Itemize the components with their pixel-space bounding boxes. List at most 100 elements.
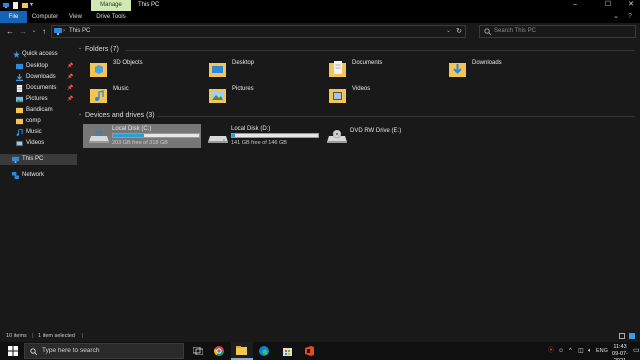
sidebar-item-desktop[interactable]: Desktop 📌 <box>0 61 77 72</box>
drive-c[interactable]: Local Disk (C:) 203 GB free of 318 GB <box>83 124 201 148</box>
music-icon <box>16 129 23 136</box>
drive-d[interactable]: Local Disk (D:) 141 GB free of 146 GB <box>202 124 320 148</box>
sidebar-item-pictures[interactable]: Pictures 📌 <box>0 94 77 105</box>
store-icon <box>283 348 292 356</box>
folder-label: Desktop <box>232 60 255 66</box>
forward-button[interactable]: → <box>18 26 28 37</box>
new-folder-icon[interactable] <box>22 2 28 9</box>
taskbar-search-placeholder: Type here to search <box>42 347 100 354</box>
close-button[interactable]: ✕ <box>622 0 640 11</box>
taskbar-office[interactable] <box>299 342 321 360</box>
user-icon[interactable]: ☺ <box>558 342 564 360</box>
back-button[interactable]: ← <box>5 26 15 37</box>
details-view-icon[interactable] <box>619 333 625 339</box>
sidebar-item-documents[interactable]: Documents 📌 <box>0 83 77 94</box>
folder-icon <box>16 118 23 125</box>
show-hidden-icons-icon[interactable]: ^ <box>569 342 572 360</box>
sidebar-item-label: comp <box>26 118 41 124</box>
tab-computer[interactable]: Computer <box>30 11 60 23</box>
sidebar-item-bandicam[interactable]: Bandicam <box>0 105 77 116</box>
documents-folder-icon <box>16 85 23 92</box>
taskbar-search-box[interactable]: Type here to search <box>24 343 184 359</box>
hard-drive-icon <box>208 136 228 143</box>
task-view-button[interactable] <box>187 342 209 360</box>
address-bar[interactable]: › This PC ⌄ ↻ <box>51 25 466 38</box>
sidebar-item-label: Desktop <box>26 63 49 69</box>
folder-pictures[interactable]: Pictures <box>200 84 310 108</box>
drive-name: Local Disk (D:) <box>231 126 271 132</box>
folder-videos[interactable]: Videos <box>320 84 430 108</box>
folder-3d-objects[interactable]: 3D Objects <box>81 58 191 82</box>
pictures-folder-icon <box>209 89 226 103</box>
drive-free-space: 203 GB free of 318 GB <box>112 140 168 146</box>
sidebar-item-downloads[interactable]: Downloads 📌 <box>0 72 77 83</box>
ribbon-tabs: File Computer View Drive Tools ⌄ ? <box>0 11 640 23</box>
folder-downloads[interactable]: Downloads <box>440 58 550 82</box>
window-title: This PC <box>138 2 160 8</box>
taskbar-file-explorer[interactable] <box>231 342 253 360</box>
status-separator: | <box>32 333 34 339</box>
help-icon[interactable]: ? <box>625 12 635 22</box>
3d-objects-folder-icon <box>90 63 107 77</box>
expand-ribbon-icon[interactable]: ⌄ <box>611 12 621 22</box>
dvd-drive-icon <box>327 130 347 143</box>
pin-icon: 📌 <box>67 63 74 69</box>
folder-documents[interactable]: Documents <box>320 58 430 82</box>
tab-file[interactable]: File <box>0 11 27 23</box>
input-language[interactable]: ENG <box>596 342 608 360</box>
folder-label: Pictures <box>232 86 254 92</box>
music-folder-icon <box>90 89 107 103</box>
network-status-icon[interactable]: ◫ <box>578 342 584 360</box>
refresh-icon[interactable]: ↻ <box>456 26 462 37</box>
record-status-icon[interactable]: ⦿ <box>548 342 554 360</box>
taskbar-store[interactable] <box>277 342 299 360</box>
taskbar-edge[interactable] <box>254 342 276 360</box>
sidebar-item-this-pc[interactable]: This PC <box>0 154 77 165</box>
folders-heading[interactable]: Folders (7) <box>85 45 119 55</box>
sidebar-item-music[interactable]: Music <box>0 127 77 138</box>
sidebar-item-label: Bandicam <box>26 107 53 113</box>
taskbar-clock[interactable]: 11:43 09-07-2021 <box>608 344 632 360</box>
tab-drive-tools[interactable]: Drive Tools <box>92 11 130 23</box>
sidebar-item-label: Videos <box>26 140 45 146</box>
volume-icon[interactable]: 🔈︎ <box>588 342 592 360</box>
pictures-folder-icon <box>16 96 23 103</box>
recent-locations-icon[interactable]: ⌄ <box>29 26 39 37</box>
network-icon <box>12 172 19 179</box>
notifications-icon[interactable]: ▭ <box>633 342 640 360</box>
folder-label: Documents <box>352 60 383 66</box>
folder-music[interactable]: Music <box>81 84 191 108</box>
tab-view[interactable]: View <box>63 11 88 23</box>
downloads-folder-icon <box>16 74 23 81</box>
drive-e[interactable]: DVD RW Drive (E:) <box>321 124 439 148</box>
sidebar-item-quick-access[interactable]: Quick access <box>0 49 77 60</box>
collapse-chevron-icon[interactable]: ⌄ <box>78 111 82 117</box>
status-item-count: 10 items <box>6 333 27 339</box>
breadcrumb-this-pc[interactable]: This PC <box>69 26 90 37</box>
maximize-button[interactable]: ☐ <box>599 0 617 11</box>
manage-context-tab[interactable]: Manage <box>91 0 131 11</box>
properties-icon[interactable] <box>13 2 19 9</box>
folder-icon <box>16 107 23 114</box>
content-pane: ⌄ Folders (7) 3D Objects Desktop Documen… <box>77 40 640 330</box>
sidebar-item-label: Downloads <box>26 74 56 80</box>
windows-start-icon[interactable] <box>8 346 18 356</box>
large-icons-view-icon[interactable] <box>629 333 635 339</box>
drive-usage-bar <box>112 133 200 138</box>
taskbar-chrome[interactable] <box>209 342 231 360</box>
drives-heading[interactable]: Devices and drives (3) <box>85 111 155 121</box>
sidebar-item-videos[interactable]: Videos <box>0 138 77 149</box>
folder-label: Videos <box>352 86 371 92</box>
folder-desktop[interactable]: Desktop <box>200 58 310 82</box>
address-dropdown-icon[interactable]: ⌄ <box>446 26 451 37</box>
sidebar-item-label: Network <box>22 172 45 178</box>
sidebar-item-network[interactable]: Network <box>0 170 77 181</box>
collapse-chevron-icon[interactable]: ⌄ <box>78 45 82 51</box>
pc-icon <box>12 156 19 163</box>
up-button[interactable]: ↑ <box>39 26 49 37</box>
sidebar-item-comp[interactable]: comp <box>0 116 77 127</box>
minimize-button[interactable]: – <box>566 0 584 11</box>
section-divider <box>157 116 635 117</box>
customize-qat-icon[interactable]: ▾ <box>30 2 36 9</box>
search-box[interactable]: Search This PC <box>479 25 636 38</box>
